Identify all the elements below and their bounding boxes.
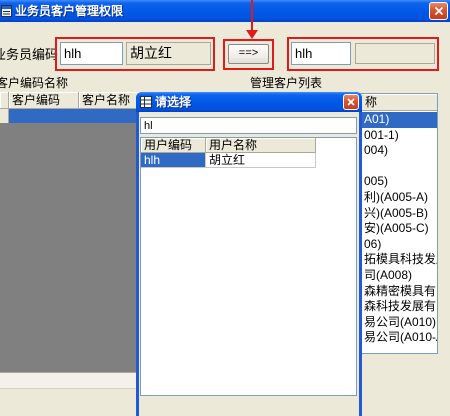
window-title: 业务员客户管理权限 xyxy=(15,4,124,18)
target-name-field xyxy=(355,43,435,64)
close-icon xyxy=(347,98,355,106)
salesman-code-input[interactable] xyxy=(60,42,123,65)
list-item[interactable] xyxy=(359,159,437,175)
column-header-user-name[interactable]: 用户名称 xyxy=(206,138,316,153)
list-item[interactable]: 005) xyxy=(359,174,437,190)
list-item[interactable]: 利)(A005-A) xyxy=(359,190,437,206)
salesman-code-label: 业务员编码 xyxy=(0,47,59,62)
dialog-body: 用户编码 用户名称 hlh 胡立红 xyxy=(139,112,359,416)
managed-customer-list[interactable]: 称 A01) 001-1) 004) 005) 利)(A005-A) 兴)(A0… xyxy=(358,93,438,354)
list-item[interactable]: 易公司(A010) xyxy=(359,315,437,331)
transfer-button[interactable]: ==> xyxy=(228,44,269,64)
list-item[interactable]: 司(A008) xyxy=(359,268,437,284)
window-close-button[interactable] xyxy=(429,2,448,20)
dialog-close-button[interactable] xyxy=(343,94,359,110)
list-item[interactable]: 易公司(A010-A xyxy=(359,330,437,346)
list-item[interactable]: 兴)(A005-B) xyxy=(359,206,437,222)
list-item[interactable]: 拓模具科技发展 xyxy=(359,252,437,268)
main-window: 业务员客户管理权限 业务员编码 胡立红 ==> 客户编码名称 管理客户列表 客户… xyxy=(0,0,450,416)
user-code-cell[interactable]: hlh xyxy=(141,153,206,168)
title-bar[interactable]: 业务员客户管理权限 xyxy=(0,0,450,22)
column-header-user-code[interactable]: 用户编码 xyxy=(141,138,206,153)
managed-list-items: A01) 001-1) 004) 005) 利)(A005-A) 兴)(A005… xyxy=(359,112,437,346)
app-icon xyxy=(1,5,12,17)
managed-section-label: 管理客户列表 xyxy=(250,76,323,90)
close-icon xyxy=(434,6,443,16)
customer-section-label: 客户编码名称 xyxy=(0,76,69,90)
list-item[interactable]: 森精密模具有限 xyxy=(359,284,437,300)
user-name-cell[interactable]: 胡立红 xyxy=(206,153,316,168)
grid-icon xyxy=(140,96,152,108)
dialog-title-bar[interactable]: 请选择 xyxy=(136,92,362,112)
list-item[interactable]: 004) xyxy=(359,143,437,159)
select-dialog: 请选择 用户编码 用户名称 hlh 胡立红 xyxy=(136,92,362,416)
dialog-title: 请选择 xyxy=(155,95,192,109)
row-indicator xyxy=(0,109,9,123)
arrow-down-icon xyxy=(251,0,253,32)
arrow-head-icon xyxy=(246,30,258,39)
user-grid[interactable]: 用户编码 用户名称 hlh 胡立红 xyxy=(140,137,357,396)
list-item[interactable]: 001-1) xyxy=(359,128,437,144)
dialog-search-input[interactable] xyxy=(140,117,357,134)
target-code-input[interactable] xyxy=(291,42,351,65)
managed-list-header[interactable]: 称 xyxy=(359,94,437,111)
row-indicator-header xyxy=(0,92,9,109)
list-item[interactable]: 森科技发展有限 xyxy=(359,299,437,315)
column-header-customer-code[interactable]: 客户编码 xyxy=(9,92,79,109)
salesman-name-field: 胡立红 xyxy=(126,42,211,65)
list-item[interactable]: 安)(A005-C) xyxy=(359,221,437,237)
list-item[interactable]: A01) xyxy=(359,112,437,128)
list-item[interactable]: 06) xyxy=(359,237,437,253)
